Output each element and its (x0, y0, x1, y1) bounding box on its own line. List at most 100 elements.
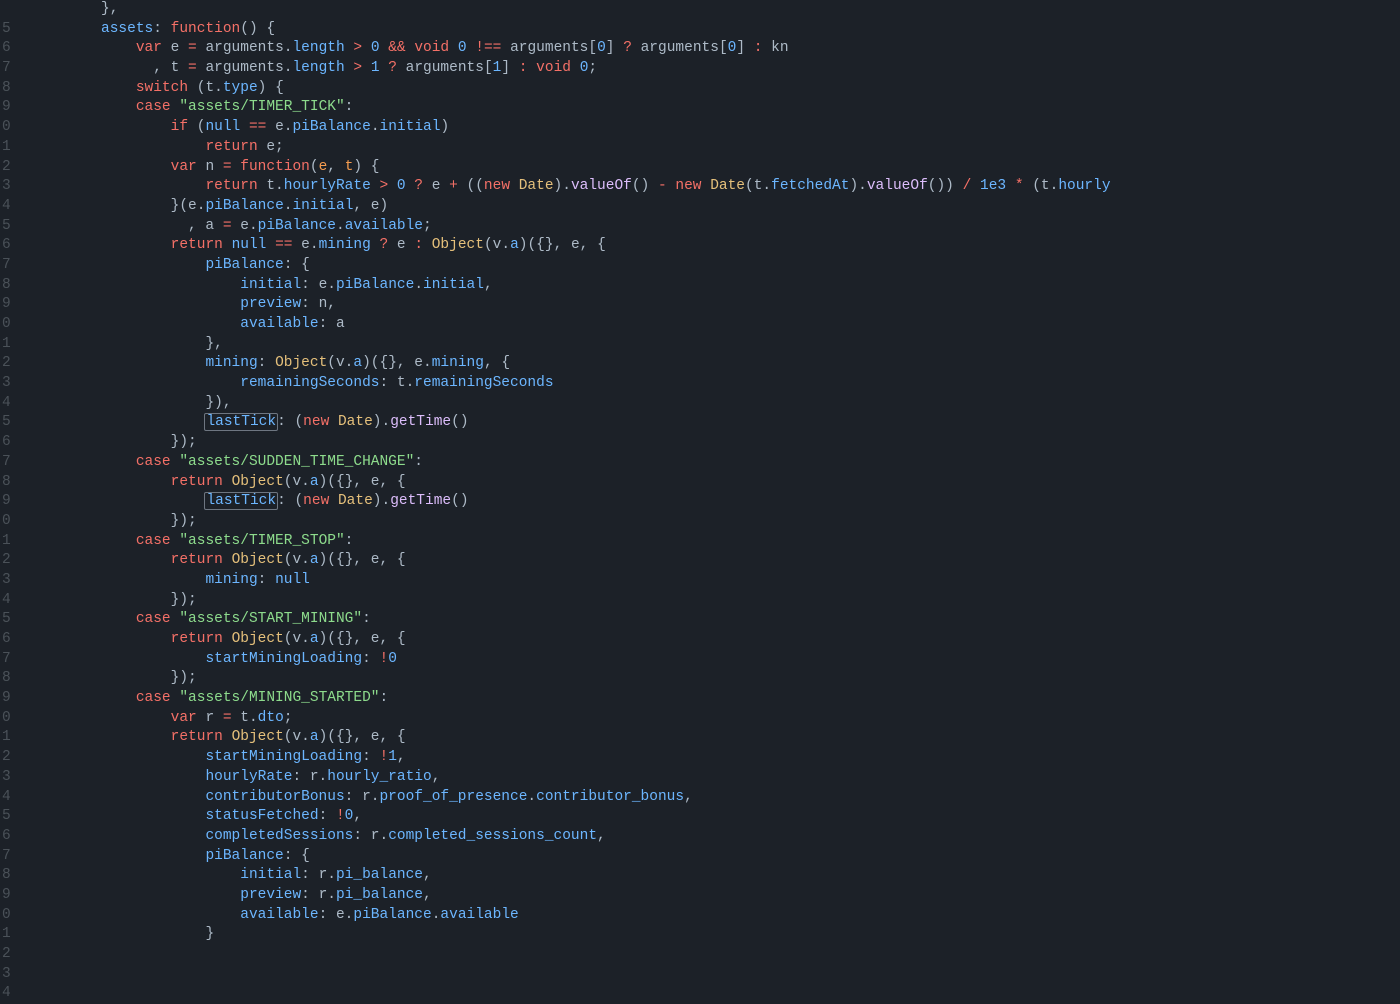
code-token (467, 40, 476, 56)
code-token: arguments (205, 40, 283, 56)
code-line[interactable]: }); (14, 512, 1400, 532)
code-token: = (188, 60, 197, 76)
code-line[interactable]: }(e.piBalance.initial, e) (14, 197, 1400, 217)
code-line[interactable]: return Object(v.a)({}, e, { (14, 728, 1400, 748)
code-line[interactable]: }); (14, 669, 1400, 689)
code-line[interactable]: var n = function(e, t) { (14, 158, 1400, 178)
code-token: : (362, 611, 371, 627)
code-line[interactable]: switch (t.type) { (14, 79, 1400, 99)
line-number: 0 (2, 906, 6, 926)
code-token (632, 40, 641, 56)
code-token: preview (240, 887, 301, 903)
code-line[interactable]: contributorBonus: r.proof_of_presence.co… (14, 788, 1400, 808)
code-line[interactable]: completedSessions: r.completed_sessions_… (14, 827, 1400, 847)
code-token: return (205, 139, 257, 155)
code-token: = (223, 710, 232, 726)
code-token: return (171, 729, 223, 745)
code-line[interactable]: statusFetched: !0, (14, 807, 1400, 827)
code-token: valueOf (867, 178, 928, 194)
code-token (362, 60, 371, 76)
code-line[interactable]: startMiningLoading: !0 (14, 650, 1400, 670)
code-token: , e) (353, 198, 388, 214)
line-number: 1 (2, 925, 6, 945)
code-token (14, 159, 171, 175)
code-token (14, 848, 205, 864)
code-token: initial (423, 277, 484, 293)
code-line[interactable]: available: e.piBalance.available (14, 906, 1400, 926)
line-number: 6 (2, 39, 6, 59)
line-number: 9 (2, 886, 6, 906)
code-line[interactable]: piBalance: { (14, 847, 1400, 867)
code-line[interactable]: startMiningLoading: !1, (14, 748, 1400, 768)
code-token: e. (292, 237, 318, 253)
code-line[interactable]: }, (14, 0, 1400, 20)
code-token: Object (232, 552, 284, 568)
code-token: initial (292, 198, 353, 214)
code-token: ). (554, 178, 571, 194)
code-line[interactable]: remainingSeconds: t.remainingSeconds (14, 374, 1400, 394)
code-token: : (153, 21, 170, 37)
code-line[interactable]: return t.hourlyRate > 0 ? e + ((new Date… (14, 177, 1400, 197)
code-token: return (171, 631, 223, 647)
code-line[interactable]: , a = e.piBalance.available; (14, 217, 1400, 237)
code-line[interactable]: lastTick: (new Date).getTime() (14, 492, 1400, 512)
code-line[interactable]: } (14, 925, 1400, 945)
code-token: )({}, e. (362, 355, 432, 371)
code-token: : r. (353, 828, 388, 844)
code-token (362, 40, 371, 56)
code-line[interactable]: var e = arguments.length > 0 && void 0 !… (14, 39, 1400, 59)
code-line[interactable]: return Object(v.a)({}, e, { (14, 630, 1400, 650)
code-line[interactable]: }, (14, 335, 1400, 355)
code-area[interactable]: }, assets: function() { var e = argument… (14, 0, 1400, 993)
code-token (14, 887, 240, 903)
code-token: , (423, 887, 432, 903)
code-line[interactable]: }), (14, 394, 1400, 414)
code-line[interactable]: return e; (14, 138, 1400, 158)
code-token (971, 178, 980, 194)
code-line[interactable]: piBalance: { (14, 256, 1400, 276)
code-token: a (510, 237, 519, 253)
code-line[interactable]: if (null == e.piBalance.initial) (14, 118, 1400, 138)
code-line[interactable]: hourlyRate: r.hourly_ratio, (14, 768, 1400, 788)
line-number: 9 (2, 98, 6, 118)
code-editor[interactable]: 5678901234567890123456789012345678901234… (0, 0, 1400, 993)
code-line[interactable]: mining: null (14, 571, 1400, 591)
code-line[interactable]: initial: r.pi_balance, (14, 866, 1400, 886)
code-token: (t. (1024, 178, 1059, 194)
code-line[interactable]: case "assets/START_MINING": (14, 610, 1400, 630)
code-line[interactable]: available: a (14, 315, 1400, 335)
code-line[interactable]: preview: r.pi_balance, (14, 886, 1400, 906)
code-line[interactable]: var r = t.dto; (14, 709, 1400, 729)
code-line[interactable]: case "assets/MINING_STARTED": (14, 689, 1400, 709)
code-line[interactable]: assets: function() { (14, 20, 1400, 40)
code-line[interactable]: mining: Object(v.a)({}, e.mining, { (14, 354, 1400, 374)
code-line[interactable]: case "assets/TIMER_TICK": (14, 98, 1400, 118)
code-line[interactable]: lastTick: (new Date).getTime() (14, 413, 1400, 433)
code-token: "assets/SUDDEN_TIME_CHANGE" (179, 454, 414, 470)
code-token: a (310, 552, 319, 568)
code-token: : n, (301, 296, 336, 312)
code-line[interactable]: preview: n, (14, 295, 1400, 315)
code-token: : (414, 237, 423, 253)
code-token (397, 60, 406, 76)
code-line[interactable]: , t = arguments.length > 1 ? arguments[1… (14, 59, 1400, 79)
code-line[interactable]: }); (14, 591, 1400, 611)
line-number: 5 (2, 807, 6, 827)
code-line[interactable]: case "assets/TIMER_STOP": (14, 532, 1400, 552)
code-token (14, 237, 171, 253)
code-line[interactable]: return Object(v.a)({}, e, { (14, 551, 1400, 571)
code-line[interactable]: case "assets/SUDDEN_TIME_CHANGE": (14, 453, 1400, 473)
line-number: 8 (2, 79, 6, 99)
code-token (501, 40, 510, 56)
code-token: return (171, 237, 223, 253)
code-line[interactable]: return null == e.mining ? e : Object(v.a… (14, 236, 1400, 256)
code-token: () (632, 178, 658, 194)
code-line[interactable]: }); (14, 433, 1400, 453)
code-token (380, 40, 389, 56)
code-token: ( (188, 119, 205, 135)
code-token (14, 789, 205, 805)
code-line[interactable]: return Object(v.a)({}, e, { (14, 473, 1400, 493)
code-token (329, 493, 338, 509)
code-token: : (319, 808, 336, 824)
code-line[interactable]: initial: e.piBalance.initial, (14, 276, 1400, 296)
